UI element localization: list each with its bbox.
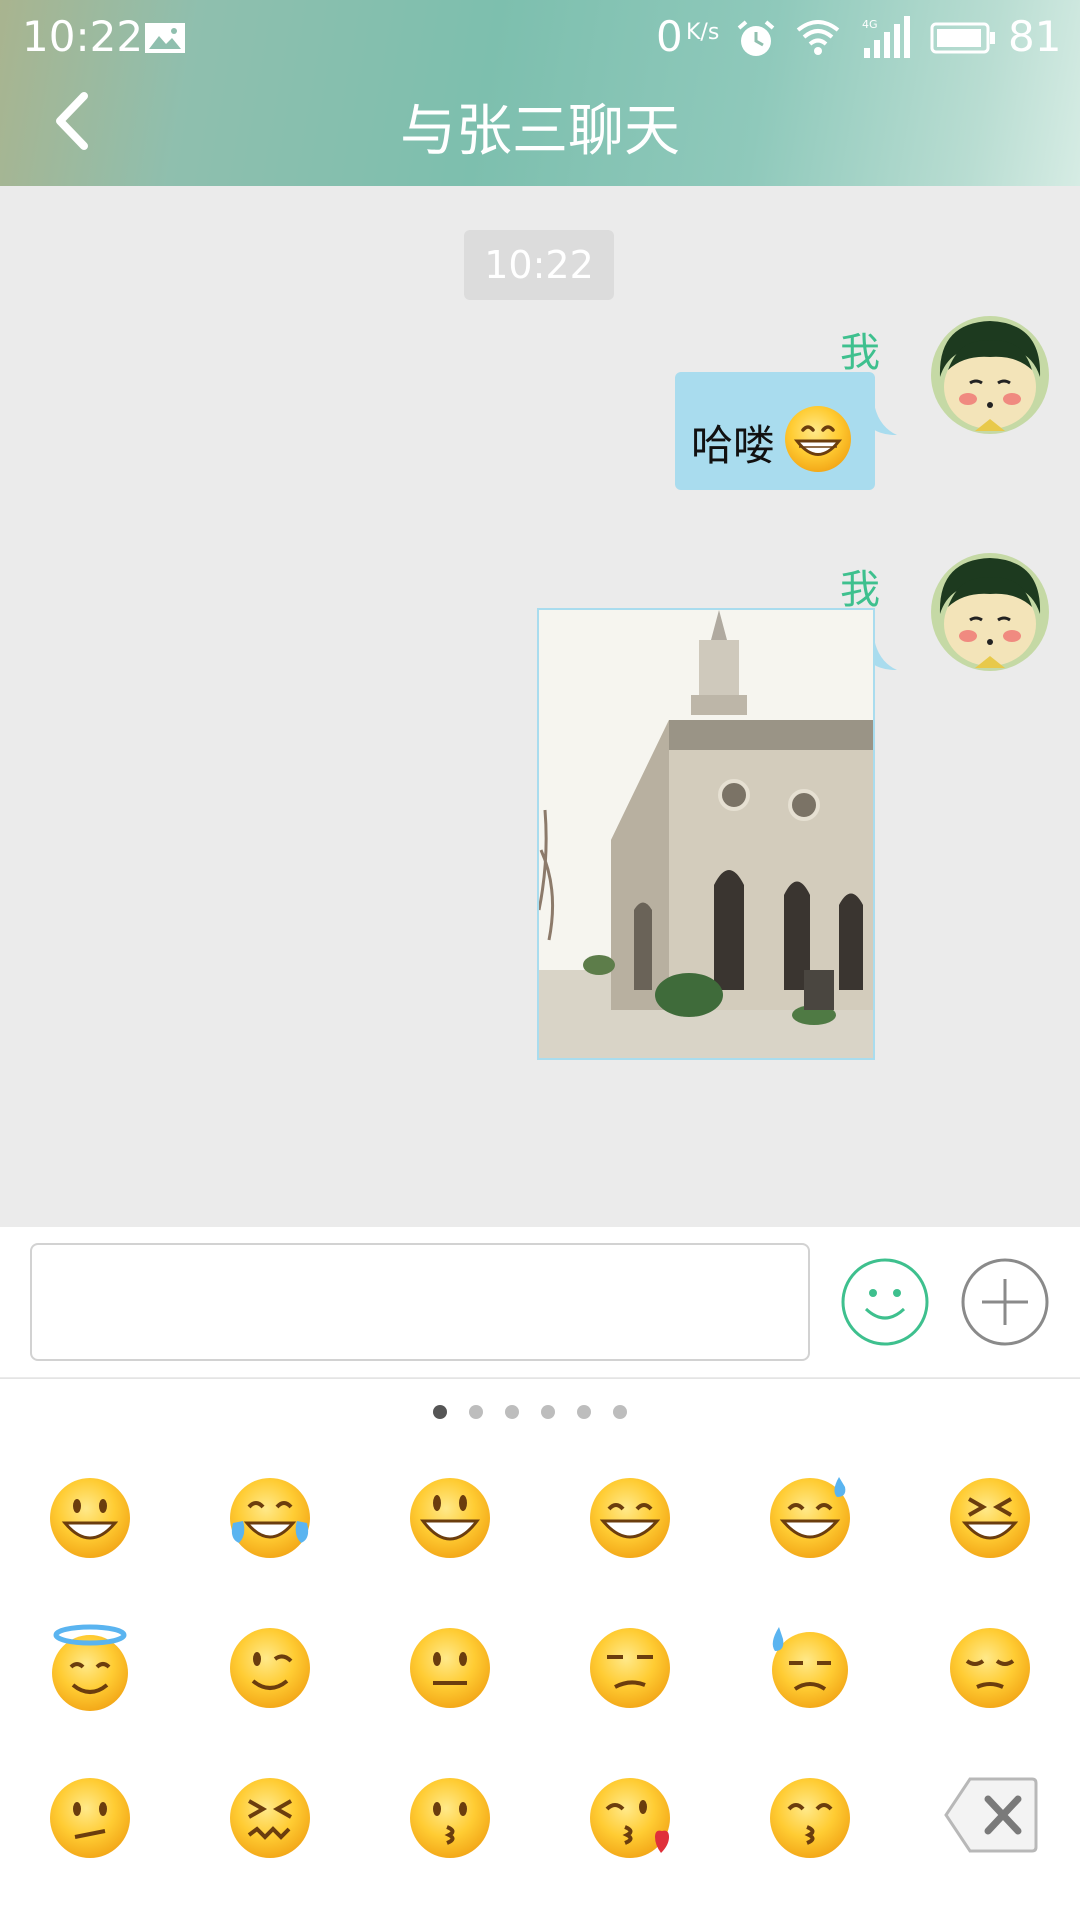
emoji-sweat-smile[interactable]: [765, 1473, 855, 1563]
emoji-innocent[interactable]: [45, 1623, 135, 1713]
avatar[interactable]: [930, 552, 1050, 672]
message-input[interactable]: [30, 1243, 810, 1361]
page-dot-6[interactable]: [613, 1405, 627, 1419]
grinning-face-emoji: [785, 406, 851, 472]
church-photo: [539, 610, 873, 1058]
emoji-neutral[interactable]: [405, 1623, 495, 1713]
page-dot-4[interactable]: [541, 1405, 555, 1419]
bubble-tail: [873, 395, 897, 435]
battery-icon: [930, 22, 995, 54]
network-type-label: 4G: [862, 18, 878, 31]
status-time: 10:22: [22, 12, 144, 61]
page-dot-1[interactable]: [433, 1405, 447, 1419]
emoji-confounded[interactable]: [225, 1773, 315, 1863]
sender-name: 我: [840, 330, 880, 376]
emoji-smile[interactable]: [585, 1473, 675, 1563]
emoji-kissing-smiling-eyes[interactable]: [765, 1773, 855, 1863]
wifi-icon: [796, 20, 840, 55]
delete-key[interactable]: [944, 1775, 1038, 1855]
bubble-tail: [873, 630, 897, 670]
page-dot-3[interactable]: [505, 1405, 519, 1419]
page-title: 与张三聊天: [400, 99, 680, 164]
emoji-panel: [0, 1378, 1080, 1920]
page-dot-2[interactable]: [469, 1405, 483, 1419]
emoji-grinning[interactable]: [45, 1473, 135, 1563]
page-dot-5[interactable]: [577, 1405, 591, 1419]
emoji-kissing[interactable]: [405, 1773, 495, 1863]
avatar[interactable]: [930, 315, 1050, 435]
emoji-unamused[interactable]: [585, 1623, 675, 1713]
gallery-notification-icon: [145, 23, 185, 53]
app-header: 10:22 0 K/s 4G 81 与张三聊天: [0, 0, 1080, 186]
cellular-signal-icon: 4G: [862, 16, 910, 58]
more-button[interactable]: [960, 1257, 1050, 1347]
message-timestamp: 10:22: [464, 230, 614, 300]
emoji-laughing[interactable]: [945, 1473, 1035, 1563]
emoji-confused[interactable]: [45, 1773, 135, 1863]
input-bar: [0, 1227, 1080, 1377]
network-speed-unit: K/s: [686, 20, 720, 45]
emoji-smiley[interactable]: [405, 1473, 495, 1563]
message-bubble[interactable]: 哈喽: [675, 372, 875, 490]
backspace-icon: [944, 1777, 1038, 1853]
message-text: 哈喽: [691, 421, 776, 470]
emoji-kissing-heart[interactable]: [585, 1773, 675, 1863]
sender-name: 我: [840, 567, 880, 613]
status-bar: 10:22 0 K/s 4G 81: [0, 0, 1080, 76]
emoji-wink[interactable]: [225, 1623, 315, 1713]
emoji-pensive[interactable]: [945, 1623, 1035, 1713]
battery-level: 81: [1008, 12, 1062, 61]
alarm-icon: [737, 20, 775, 56]
image-message[interactable]: [537, 608, 875, 1060]
network-speed: 0: [656, 12, 683, 61]
emoji-joy[interactable]: [225, 1473, 315, 1563]
emoji-toggle-button[interactable]: [840, 1257, 930, 1347]
emoji-cold-sweat[interactable]: [765, 1623, 855, 1713]
